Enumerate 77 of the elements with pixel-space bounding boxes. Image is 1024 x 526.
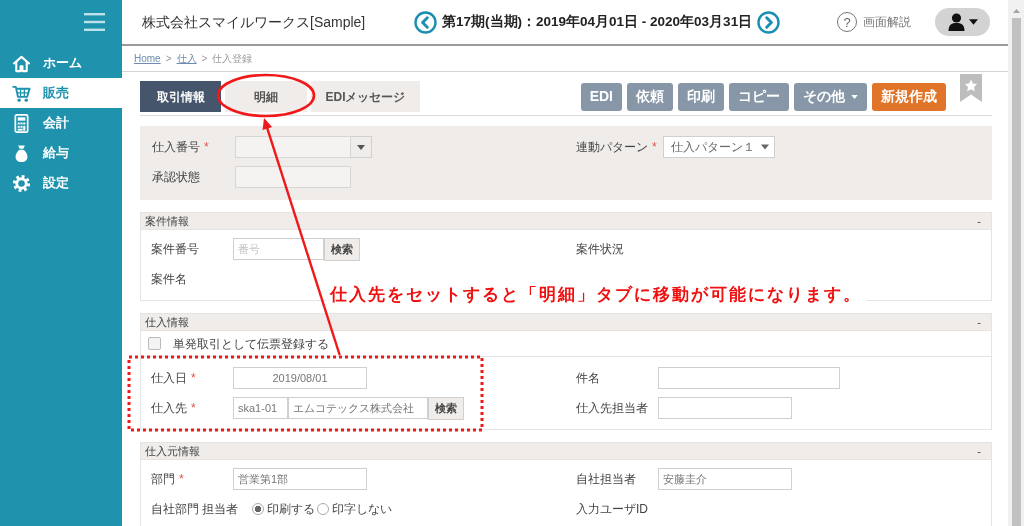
menu-icon[interactable] [84, 13, 105, 31]
field-label: 承認状態 [152, 169, 200, 186]
bookmark-star-icon[interactable] [960, 74, 982, 102]
scrollbar-thumb[interactable] [1011, 18, 1021, 526]
tab[interactable]: 明細 [225, 81, 307, 112]
field-label: 仕入日 [151, 370, 187, 387]
cart-icon [12, 83, 31, 103]
gear-icon [12, 173, 31, 193]
tab[interactable]: EDIメッセージ [311, 81, 420, 112]
section-title: 案件情報 [145, 213, 189, 229]
field-label: 案件状況 [576, 241, 624, 258]
user-icon [947, 13, 965, 31]
breadcrumb-current: 仕入登録 [212, 52, 253, 66]
sidebar-item[interactable]: 販売 [0, 78, 122, 108]
field-label: 仕入先 [151, 400, 187, 417]
fiscal-period: 第17期(当期)：2019年04月01日 - 2020年03月31日 [442, 12, 753, 31]
calculator-icon [12, 113, 31, 133]
name-field[interactable]: エムコテックス株式会社 [288, 397, 428, 419]
field-label: 部門 [151, 471, 175, 488]
caret-icon [851, 94, 858, 99]
text-field[interactable] [235, 166, 351, 188]
field-label: 自社部門 担当者 [151, 501, 239, 518]
scroll-up-icon[interactable] [1012, 9, 1020, 13]
radio-label: 印字しない [332, 501, 393, 518]
breadcrumb-separator: > [201, 52, 208, 66]
radio-label: 印刷する [267, 501, 316, 518]
company-name: 株式会社スマイルワークス[Sample] [142, 12, 367, 32]
caret-icon [968, 19, 978, 25]
user-menu-button[interactable] [935, 8, 990, 36]
field-label: 案件番号 [151, 241, 199, 258]
search-button[interactable]: 検索 [324, 237, 360, 261]
required-mark: * [204, 139, 209, 156]
field-label: 案件名 [151, 271, 187, 288]
home-icon [12, 53, 31, 73]
field-label: 入力ユーザID [576, 501, 648, 518]
radio-button[interactable] [252, 503, 265, 515]
code-field[interactable]: ska1-01 [233, 397, 288, 419]
field-label: 仕入先担当者 [576, 400, 648, 417]
sidebar-item[interactable]: 給与 [0, 138, 122, 168]
help-link[interactable]: 画面解説 [863, 13, 911, 31]
required-mark: * [652, 139, 657, 156]
breadcrumb-link[interactable]: Home [134, 51, 161, 66]
field-label: 連動パターン [576, 139, 648, 156]
previous-period-icon[interactable] [414, 10, 437, 34]
field-label: 仕入番号 [152, 139, 200, 156]
collapse-toggle[interactable]: - [977, 442, 981, 460]
collapse-toggle[interactable]: - [977, 313, 981, 331]
tab[interactable]: 取引情報 [140, 81, 221, 112]
sidebar-item[interactable]: 会計 [0, 108, 122, 138]
radio-button[interactable] [317, 503, 330, 515]
field-label: 件名 [576, 370, 600, 387]
sidebar-item[interactable]: 設定 [0, 168, 122, 198]
text-field[interactable] [658, 367, 840, 389]
required-mark: * [191, 370, 196, 387]
primary-button[interactable]: 新規作成 [872, 82, 946, 111]
next-period-icon[interactable] [757, 10, 781, 34]
breadcrumb-separator: > [165, 52, 172, 66]
search-button[interactable]: 検索 [428, 396, 464, 420]
caret-icon [760, 144, 769, 150]
text-field[interactable]: 営業第1部 [233, 468, 367, 490]
number-field[interactable] [235, 136, 351, 158]
caret-icon [357, 144, 365, 150]
collapse-toggle[interactable]: - [977, 212, 981, 230]
checkbox-label: 単発取引として伝票登録する [173, 335, 329, 353]
dropdown-toggle-button[interactable] [351, 136, 372, 158]
breadcrumb-link[interactable]: 仕入 [176, 51, 197, 66]
field-label: 自社担当者 [576, 471, 636, 488]
section-title: 仕入元情報 [145, 443, 200, 459]
required-mark: * [191, 400, 196, 417]
date-field[interactable]: 2019/08/01 [233, 367, 367, 389]
required-mark: * [179, 471, 184, 488]
text-field[interactable] [658, 397, 792, 419]
section-title: 仕入情報 [145, 314, 189, 330]
checkbox[interactable] [148, 337, 161, 350]
select-field[interactable]: 仕入パターン１ [662, 136, 775, 158]
sidebar-item[interactable]: ホーム [0, 48, 122, 78]
text-field[interactable]: 安藤圭介 [658, 468, 792, 490]
